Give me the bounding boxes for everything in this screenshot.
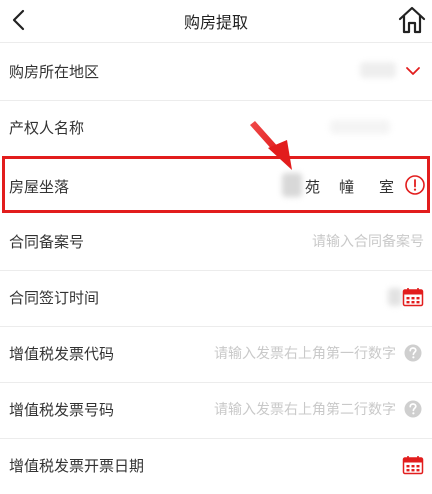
invoice-no-input[interactable]: 请输入发票右上角第二行数字 — [214, 399, 396, 419]
contract-date-row[interactable]: 合同签订时间 — [0, 270, 432, 326]
invoice-no-label: 增值税发票号码 — [9, 401, 115, 419]
contract-no-row[interactable]: 合同备案号 请输入合同备案号 — [0, 214, 432, 270]
divider — [0, 42, 432, 43]
invoice-code-label: 增值税发票代码 — [9, 345, 115, 363]
region-row[interactable]: 购房所在地区 — [0, 44, 432, 100]
invoice-date-row[interactable]: 增值税发票开票日期 — [0, 438, 432, 494]
help-circle-icon[interactable] — [403, 343, 423, 363]
highlight-box — [2, 156, 430, 213]
contract-date-value — [388, 288, 402, 306]
calendar-icon[interactable] — [402, 455, 424, 475]
help-circle-icon[interactable] — [403, 399, 423, 419]
home-icon[interactable] — [396, 4, 428, 36]
owner-value — [330, 120, 390, 134]
calendar-icon[interactable] — [402, 287, 424, 307]
contract-date-label: 合同签订时间 — [9, 289, 100, 307]
nav-bar: 购房提取 — [0, 0, 432, 42]
region-value — [360, 62, 396, 78]
invoice-code-row[interactable]: 增值税发票代码 请输入发票右上角第一行数字 — [0, 326, 432, 382]
invoice-no-row[interactable]: 增值税发票号码 请输入发票右上角第二行数字 — [0, 382, 432, 438]
contract-no-input[interactable]: 请输入合同备案号 — [312, 231, 424, 251]
owner-label: 产权人名称 — [9, 119, 85, 137]
region-label: 购房所在地区 — [9, 63, 100, 81]
chevron-down-icon[interactable] — [404, 62, 422, 80]
invoice-date-label: 增值税发票开票日期 — [9, 457, 145, 475]
owner-row[interactable]: 产权人名称 — [0, 100, 432, 156]
contract-no-label: 合同备案号 — [9, 233, 85, 251]
invoice-code-input[interactable]: 请输入发票右上角第一行数字 — [214, 343, 396, 363]
page-title: 购房提取 — [183, 13, 248, 32]
